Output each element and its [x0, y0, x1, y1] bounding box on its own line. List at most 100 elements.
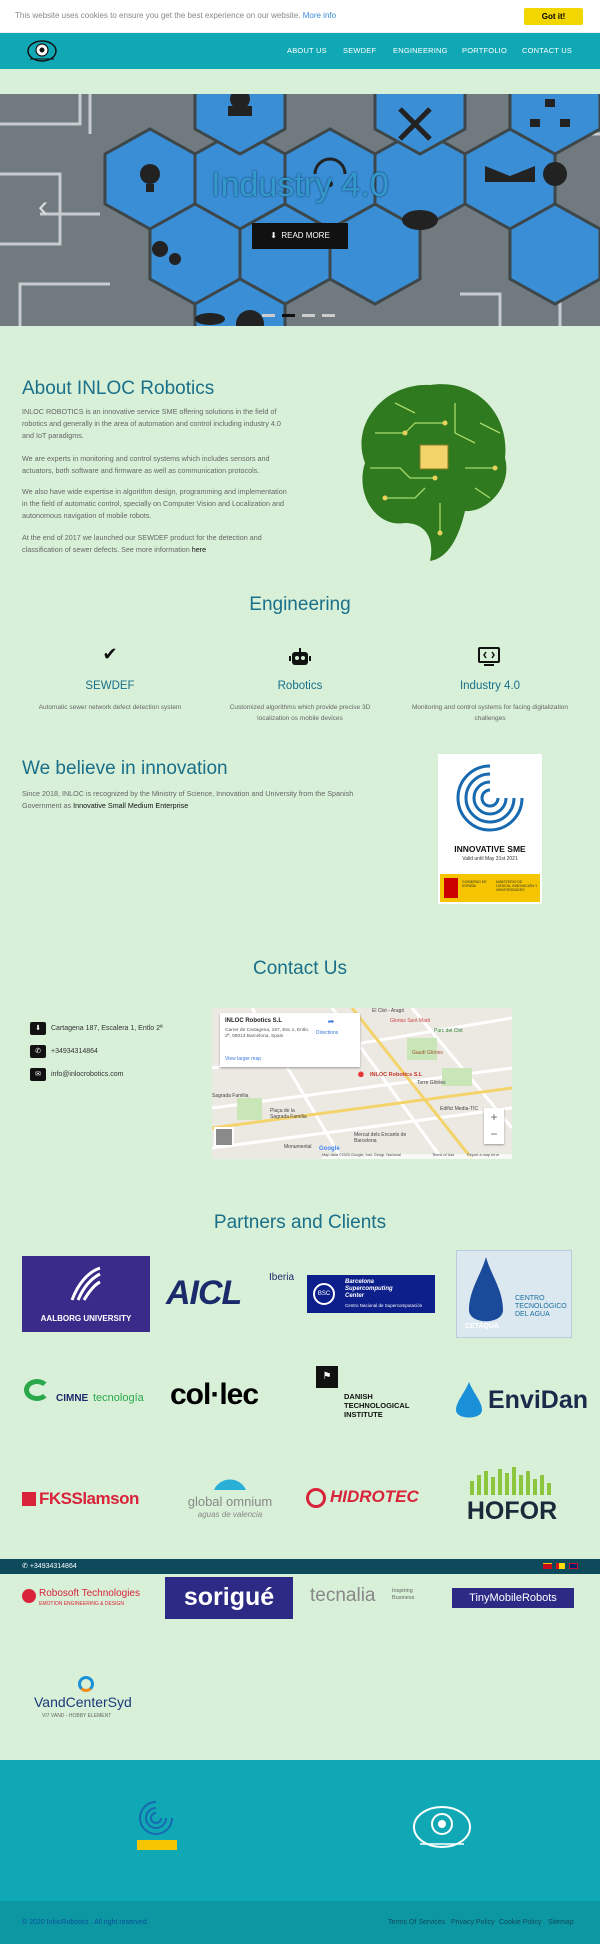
partner-logo-global-omnium[interactable]: global omnium aguas de valencia: [180, 1472, 280, 1522]
innovative-sme-logo: [456, 764, 524, 832]
map-terms-link[interactable]: Terms of Use: [432, 1153, 454, 1157]
partner-logo-subtext: Centro Nacional de Supercomputación: [345, 1303, 423, 1308]
partner-logo-subtext: Inspiring Business: [392, 1588, 415, 1601]
copyright-text: © 2020 InlocRobotics . All right reserve…: [22, 1919, 149, 1926]
satellite-toggle[interactable]: [214, 1127, 234, 1147]
partner-logo-tinymobilerobots[interactable]: TinyMobileRobots: [452, 1588, 574, 1608]
partner-logo-text: CIMNE: [56, 1393, 89, 1404]
footer-bottom-bar: © 2020 InlocRobotics . All right reserve…: [0, 1901, 600, 1944]
zoom-controls: + −: [484, 1108, 504, 1144]
phone-icon: ✆: [22, 1563, 28, 1570]
cimne-ring-icon: [24, 1379, 50, 1401]
inloc-logo[interactable]: [25, 38, 59, 64]
partner-logo-cetaqua[interactable]: CETAQUA CENTRO TECNOLÓGICO DEL AGUA: [456, 1250, 572, 1338]
footer-inloc-logo[interactable]: [410, 1802, 474, 1852]
check-icon: ✔: [102, 644, 118, 664]
map-label: Plaça de la Sagrada Família: [270, 1108, 307, 1120]
circuit-brain-image: [361, 384, 507, 561]
partner-logo-fkss[interactable]: FKSSlamson: [22, 1488, 154, 1510]
nav-about-us[interactable]: ABOUT US: [287, 46, 327, 55]
sitemap-link[interactable]: Sitemap: [548, 1919, 574, 1926]
carousel-indicator[interactable]: [302, 314, 315, 317]
google-logo: Google: [319, 1146, 340, 1152]
innovative-sme-link[interactable]: Innovative Small Medium Enterprise: [73, 801, 188, 810]
partner-logo-subtext: Iberia: [269, 1272, 295, 1283]
nav-sewdef[interactable]: SEWDEF: [343, 46, 376, 55]
nav-engineering[interactable]: ENGINEERING: [393, 46, 448, 55]
innovation-text: Since 2018, INLOC is recognized by the M…: [22, 789, 354, 810]
spanish-flag-icon[interactable]: [543, 1563, 552, 1569]
partner-logo-dti[interactable]: ⚑ DANISH TECHNOLOGICAL INSTITUTE: [316, 1366, 431, 1426]
map-report-link[interactable]: Report a map error: [467, 1153, 499, 1157]
partner-logo-cimne[interactable]: CIMNE tecnología: [22, 1375, 152, 1415]
view-larger-map-link[interactable]: View larger map: [225, 1056, 261, 1062]
partner-logo-subtext: CENTRO TECNOLÓGICO DEL AGUA: [515, 1295, 567, 1318]
coat-of-arms-icon: [444, 878, 458, 898]
about-paragraph-1: INLOC ROBOTICS is an innovative service …: [22, 407, 281, 440]
map-label: Glorias Sant Martí: [390, 1018, 431, 1024]
fkss-mark-icon: [22, 1492, 36, 1506]
robot-icon: [289, 648, 311, 665]
partner-logo-hidrotec[interactable]: HIDROTEC: [306, 1486, 436, 1510]
partner-logo-hofor[interactable]: HOFOR: [462, 1465, 562, 1531]
partner-logo-vandcenter[interactable]: VandCenterSyd VI7 VAND - HOBBY ELEMENT: [34, 1676, 144, 1724]
footer-government-banner: [137, 1840, 177, 1850]
partners-title: Partners and Clients: [213, 1212, 387, 1233]
partner-logo-collec[interactable]: col·lec: [170, 1378, 259, 1412]
read-more-button[interactable]: ⬇ READ MORE: [252, 223, 348, 249]
engineering-item-title: Industry 4.0: [459, 680, 521, 692]
contact-email[interactable]: info@inlocrobotics.com: [51, 1071, 123, 1078]
partner-logo-sorigue[interactable]: sorigué: [165, 1577, 293, 1619]
partner-logo-aicl[interactable]: AICL Iberia: [164, 1268, 294, 1318]
partner-logo-subtext: VI7 VAND - HOBBY ELEMENT: [42, 1713, 112, 1719]
carousel-indicator[interactable]: [322, 314, 335, 317]
map-pin-icon[interactable]: ●: [357, 1066, 367, 1081]
engineering-item-title: Robotics: [277, 680, 323, 692]
nav-contact-us[interactable]: CONTACT US: [522, 46, 572, 55]
catalan-flag-icon[interactable]: [556, 1563, 565, 1569]
dti-square-icon: ⚑: [316, 1366, 338, 1388]
partner-logo-envidan[interactable]: EnviDan: [452, 1380, 588, 1420]
partner-logo-tecnalia[interactable]: tecnalia Inspiring Business: [310, 1582, 435, 1612]
footer: [0, 1760, 600, 1901]
engineering-item-title: SEWDEF: [85, 680, 135, 692]
carousel-indicator-active[interactable]: [282, 314, 295, 317]
partner-logo-text: AICL: [166, 1274, 242, 1312]
partner-logo-aalborg[interactable]: AALBORG UNIVERSITY: [22, 1256, 150, 1332]
zoom-out-button[interactable]: −: [484, 1126, 504, 1144]
partner-logo-text: AALBORG UNIVERSITY: [40, 1314, 132, 1323]
map-attribution: Map data ©2020 Google, Inst. Geogr. Naci…: [322, 1153, 401, 1157]
map-marker-icon: ⬇: [30, 1022, 46, 1035]
contact-address: Cartagena 187, Escalera 1, Entlo 2ª: [51, 1025, 163, 1032]
partner-logo-text: global omnium: [187, 1494, 273, 1509]
partner-logo-bsc[interactable]: BSC Barcelona Supercomputing Center Cent…: [307, 1275, 435, 1313]
partner-logo-subtext: tecnología: [93, 1392, 144, 1404]
cookie-message: This website uses cookies to ensure you …: [15, 11, 337, 20]
directions-link[interactable]: Directions: [316, 1030, 338, 1036]
privacy-link[interactable]: Privacy Policy: [451, 1919, 495, 1926]
innovative-sme-badge: INNOVATIVE SME Valid until May 31st 2021…: [438, 754, 542, 904]
zoom-in-button[interactable]: +: [484, 1108, 504, 1126]
bsc-circle-icon: BSC: [313, 1283, 335, 1305]
english-flag-icon[interactable]: [569, 1563, 578, 1569]
terms-link[interactable]: Terms Of Services: [388, 1919, 445, 1926]
map-label: Monumental: [284, 1144, 312, 1150]
carousel-indicator[interactable]: [262, 314, 275, 317]
map-place-address: Carrer de Cartagena, 187, Esc.1, Entlo. …: [225, 1028, 310, 1039]
map-label: Parc del Clot: [434, 1028, 463, 1034]
more-info-link[interactable]: More info: [303, 11, 336, 20]
partner-logo-robosoft[interactable]: Robosoft Technologies EMOTION ENGINEERIN…: [22, 1587, 154, 1611]
cookie-accept-button[interactable]: Got it!: [524, 8, 583, 25]
directions-icon[interactable]: ➦: [324, 1017, 338, 1027]
main-navbar: ABOUT US SEWDEF ENGINEERING PORTFOLIO CO…: [0, 33, 600, 69]
map-label: Torre Glòries: [417, 1080, 446, 1086]
footer-innovative-sme-logo[interactable]: [136, 1798, 176, 1836]
badge-title: INNOVATIVE SME: [454, 844, 526, 854]
nav-portfolio[interactable]: PORTFOLIO: [462, 46, 507, 55]
google-map[interactable]: INLOC Robotics S.L Carrer de Cartagena, …: [212, 1008, 512, 1159]
partner-logo-text: HIDROTEC: [330, 1487, 419, 1506]
partner-logo-text: FKSSlamson: [39, 1489, 139, 1508]
monitor-code-icon: [478, 647, 500, 666]
sewdef-info-link[interactable]: here: [192, 545, 206, 554]
cookie-policy-link[interactable]: Cookie Policy: [499, 1919, 541, 1926]
